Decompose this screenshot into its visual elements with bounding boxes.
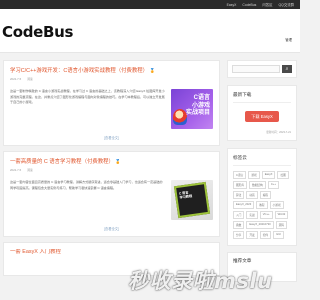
sidebar: ⌕ 最新下载 下载 EasyX 更新时间：2023-7-21 标签云 C语言 游戏… — [227, 60, 297, 282]
top-nav-item[interactable]: CodeBus — [242, 3, 256, 7]
article-title[interactable]: 学习C/C++游戏开发：C语言小游戏实战教程（付费教程） 🏅 — [10, 67, 213, 76]
article-meta: 2022-7-5 阅读 — [10, 77, 213, 81]
thumbnail-caption: C语言 小游戏 实战项目 — [185, 95, 210, 116]
tag-link[interactable]: 实战 — [246, 211, 258, 219]
tag-link[interactable]: 控件 — [259, 231, 272, 239]
header-manage-link[interactable]: 管理 — [285, 37, 292, 42]
tag-link[interactable]: 编程 — [259, 191, 272, 199]
tag-link[interactable]: 小游戏 — [269, 201, 284, 209]
download-easyx-button[interactable]: 下载 EasyX — [245, 111, 279, 122]
tag-link[interactable]: 开发 — [246, 231, 258, 239]
tag-cloud-widget: 标签云 C语言 游戏 EasyX 绘图图形库 数据结构 C++ 算法 动画 编程 EasyX_20… — [227, 148, 297, 246]
tag-link[interactable]: GUI — [273, 231, 284, 239]
article-views: 阅读 — [27, 168, 33, 172]
read-more-link[interactable]: [查看全文] — [10, 226, 213, 231]
tag-link[interactable]: 入门 — [233, 211, 245, 219]
game-character-icon — [173, 109, 187, 125]
medal-icon: 🏅 — [149, 68, 156, 73]
tag-link[interactable]: 函数 — [233, 221, 245, 229]
logo-text: CodeBus — [2, 23, 74, 41]
tag-link[interactable]: EasyX_2023 — [233, 201, 255, 209]
tag-link[interactable]: EasyX_20210730 — [246, 221, 274, 229]
top-nav-item[interactable]: QQ交流群 — [279, 2, 294, 7]
article-date: 2022-7-5 — [10, 168, 22, 172]
search-widget: ⌕ — [227, 60, 297, 78]
article-thumbnail[interactable]: C 语言 学习教程 — [171, 180, 213, 220]
tag-link[interactable]: 绘图 — [277, 171, 289, 179]
read-more-link[interactable]: [查看全文] — [10, 135, 213, 140]
top-nav-item[interactable]: 问答区 — [262, 2, 272, 7]
thumbnail-caption: C 语言 学习教程 — [178, 190, 193, 200]
search-icon: ⌕ — [285, 66, 289, 72]
article-card: 学习C/C++游戏开发：C语言小游戏实战教程（付费教程） 🏅 2022-7-5 … — [3, 60, 220, 146]
tag-link[interactable]: 源码 — [275, 221, 287, 229]
article-date: 2022-7-5 — [10, 77, 22, 81]
watermark: 秒收录啦mslu — [128, 269, 273, 293]
top-nav: EasyX CodeBus 问答区 QQ交流群 — [0, 0, 300, 9]
widget-title: 最新下载 — [233, 92, 291, 103]
article-card: 一套高质量的 C 语言学习教程（付费教程） 🏅 2022-7-5 阅读 这是一套… — [3, 151, 220, 237]
widget-title: 标签云 — [233, 155, 291, 166]
tag-link[interactable]: 教程 — [256, 201, 268, 209]
download-widget: 最新下载 下载 EasyX 更新时间：2023-7-21 — [227, 85, 297, 141]
search-button[interactable]: ⌕ — [282, 65, 292, 73]
tag-link[interactable]: 算法 — [233, 191, 245, 199]
tag-link[interactable]: 游戏 — [248, 171, 260, 179]
article-title[interactable]: 一套 EasyX 入门教程 — [10, 249, 213, 258]
tag-link[interactable]: 数据结构 — [249, 181, 266, 189]
tag-link[interactable]: 动画 — [246, 191, 258, 199]
article-excerpt: 这是一套内容全面且高质量的 C 语言学习教程，讲解方式循序渐进，适合零基础入门学… — [10, 180, 163, 190]
search-input[interactable] — [232, 65, 280, 73]
tag-link[interactable]: Win32 — [274, 211, 289, 219]
tag-link[interactable]: C语言 — [233, 171, 247, 179]
tag-link[interactable]: 分享 — [233, 231, 245, 239]
article-views: 阅读 — [27, 77, 33, 81]
article-title-text: 学习C/C++游戏开发：C语言小游戏实战教程（付费教程） — [10, 68, 149, 74]
article-excerpt: 这是一套制作精致的 C 语言小游戏实战教程，在学习过 C 语言的基础之上，该教程… — [10, 89, 165, 105]
article-meta: 2022-7-5 阅读 — [10, 168, 213, 172]
medal-icon: 🏅 — [115, 159, 121, 164]
tag-cloud: C语言 游戏 EasyX 绘图图形库 数据结构 C++ 算法 动画 编程 EasyX_2023 教程… — [233, 171, 291, 239]
article-title-text: 一套高质量的 C 语言学习教程（付费教程） — [10, 159, 114, 165]
tag-link[interactable]: EasyX — [261, 171, 276, 179]
update-time: 更新时间：2023-7-21 — [266, 131, 291, 134]
tag-link[interactable]: C++ — [267, 181, 279, 189]
article-title[interactable]: 一套高质量的 C 语言学习教程（付费教程） 🏅 — [10, 158, 213, 167]
site-header: CodeBus 管理 — [0, 9, 300, 53]
tag-link[interactable]: 图形库 — [233, 181, 248, 189]
article-thumbnail[interactable]: C语言 小游戏 实战项目 — [171, 89, 213, 129]
article-list: 学习C/C++游戏开发：C语言小游戏实战教程（付费教程） 🏅 2022-7-5 … — [3, 60, 220, 281]
site-logo[interactable]: CodeBus — [2, 23, 73, 41]
top-nav-item[interactable]: EasyX — [227, 3, 237, 7]
book-icon: C 语言 学习教程 — [173, 181, 211, 219]
tag-link[interactable]: VC++ — [259, 211, 273, 219]
